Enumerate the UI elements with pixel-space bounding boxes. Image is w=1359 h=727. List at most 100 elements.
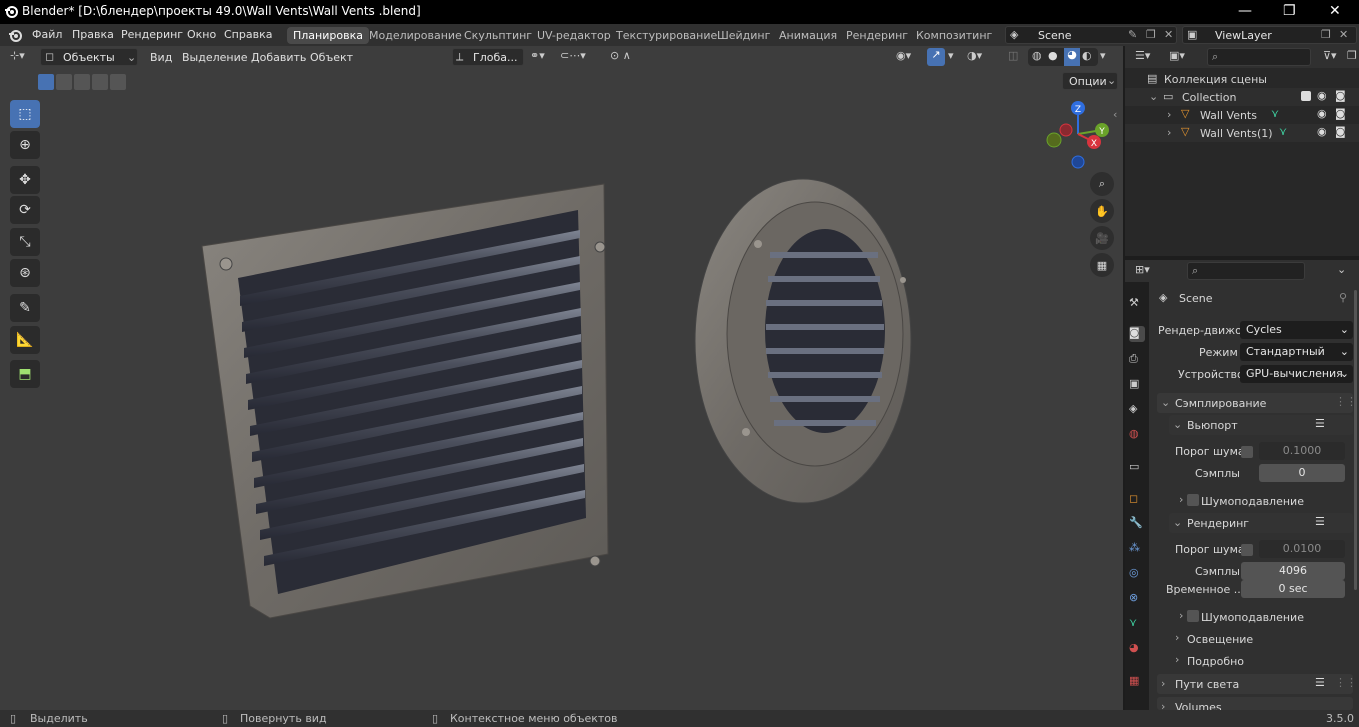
tab-texture-paint[interactable]: Текстурирование (610, 27, 723, 44)
device-select[interactable]: GPU-вычисления ⌄ (1240, 365, 1353, 383)
snap-icon[interactable]: ⊂⋯▾ (560, 49, 586, 62)
world-tab-icon[interactable]: ◍ (1129, 427, 1145, 443)
visibility-icon[interactable]: ◉▾ (896, 49, 911, 62)
viewport-menu-add[interactable]: Добавить (251, 51, 306, 64)
collection-tab-icon[interactable]: ▭ (1129, 460, 1145, 476)
tab-layout[interactable]: Планировка (287, 27, 369, 44)
new-view-layer-icon[interactable]: ❐ (1321, 28, 1331, 41)
menu-help[interactable]: Справка (224, 28, 272, 41)
mode-selector[interactable]: ◻ Объекты ⌄ (40, 48, 138, 66)
pin-icon[interactable]: ✎ (1128, 28, 1137, 41)
tool-annotate[interactable]: ✎ (10, 294, 40, 322)
solid-shading-icon[interactable]: ● (1048, 49, 1058, 62)
camera-render-icon[interactable]: ◙ (1335, 107, 1346, 120)
menu-window[interactable]: Окно (187, 28, 216, 41)
advanced-subpanel-label[interactable]: Подробно (1187, 655, 1244, 668)
maximize-button[interactable]: ❐ (1283, 3, 1296, 19)
r-noise-threshold-checkbox[interactable] (1241, 544, 1253, 556)
tab-modeling[interactable]: Моделирование (363, 27, 468, 44)
pivot-icon[interactable]: ⚭▾ (530, 49, 545, 62)
view-layer-selector[interactable]: ▣ ViewLayer ❐ ✕ (1182, 26, 1357, 44)
menu-render[interactable]: Рендеринг (121, 28, 183, 41)
delete-scene-icon[interactable]: ✕ (1164, 28, 1173, 41)
scene-tab-icon[interactable]: ◈ (1129, 402, 1145, 418)
viewport-menu-select[interactable]: Выделение (182, 51, 248, 64)
expand-chevron-icon[interactable]: › (1179, 493, 1183, 506)
viewport-menu-view[interactable]: Вид (150, 51, 172, 64)
expand-chevron-icon[interactable]: › (1167, 126, 1171, 139)
physics-tab-icon[interactable]: ◎ (1129, 566, 1145, 582)
tab-compositing[interactable]: Композитинг (910, 27, 998, 44)
volumes-panel-header[interactable]: › Volumes (1157, 697, 1353, 710)
editor-type-icon[interactable]: ⊹▾ (10, 49, 25, 62)
render-engine-select[interactable]: Cycles ⌄ (1240, 321, 1353, 339)
object-tab-icon[interactable]: ◻ (1129, 492, 1145, 508)
select-new-icon[interactable] (38, 74, 54, 90)
material-preview-icon[interactable]: ◕ (1064, 48, 1080, 66)
modifier-tab-icon[interactable]: 🔧 (1129, 516, 1145, 532)
tab-rendering[interactable]: Рендеринг (840, 27, 914, 44)
menu-file[interactable]: Файл (32, 28, 62, 41)
square-vent-object[interactable] (190, 176, 630, 626)
tab-sculpting[interactable]: Скульптинг (458, 27, 538, 44)
render-subpanel-header[interactable]: ⌄ Рендеринг ☰ (1169, 513, 1353, 533)
vp-samples-field[interactable]: 0 (1259, 464, 1345, 482)
outliner-row-object[interactable]: › ▽ Wall Vents ⋎ ◉ ◙ (1125, 106, 1359, 124)
feature-set-select[interactable]: Стандартный ⌄ (1240, 343, 1353, 361)
tab-animation[interactable]: Анимация (773, 27, 843, 44)
particles-tab-icon[interactable]: ⁂ (1129, 541, 1145, 557)
data-tab-icon[interactable]: ⋎ (1129, 616, 1145, 632)
chevron-down-icon[interactable]: ⌄ (1337, 263, 1346, 276)
proportional-edit-icon[interactable]: ⊙ ∧ (610, 49, 631, 62)
select-extend-icon[interactable] (56, 74, 72, 90)
outliner-row-collection[interactable]: ⌄ ▭ Collection ◉ ◙ (1125, 88, 1359, 106)
expand-chevron-icon[interactable]: › (1167, 108, 1171, 121)
pin-icon[interactable]: ⚲ (1339, 291, 1347, 304)
outliner-search-input[interactable]: ⌕ (1207, 48, 1311, 66)
filter-icon[interactable]: ⊽▾ (1323, 49, 1337, 62)
camera-render-icon[interactable]: ◙ (1335, 89, 1346, 102)
viewport-subpanel-header[interactable]: ⌄ Вьюпорт ☰ (1169, 415, 1353, 435)
tool-add-cube[interactable]: ⬒ (10, 360, 40, 388)
presets-list-icon[interactable]: ☰ (1315, 515, 1325, 528)
expand-chevron-icon[interactable]: › (1175, 631, 1179, 644)
outliner-editor-icon[interactable]: ☰▾ (1135, 49, 1150, 62)
presets-list-icon[interactable]: ☰ (1315, 676, 1325, 689)
mesh-data-icon[interactable]: ⋎ (1271, 107, 1279, 120)
r-noise-threshold-field[interactable]: 0.0100 (1259, 540, 1345, 558)
vp-noise-threshold-field[interactable]: 0.1000 (1259, 442, 1345, 460)
outliner-row-scene[interactable]: ▤ Коллекция сцены (1125, 70, 1359, 88)
transform-orientation-selector[interactable]: ⟂ Глоба... (452, 48, 524, 66)
r-samples-field[interactable]: 4096 (1241, 562, 1345, 580)
material-tab-icon[interactable]: ◕ (1129, 641, 1145, 657)
tool-transform[interactable]: ⊛ (10, 259, 40, 287)
expand-chevron-icon[interactable]: › (1175, 653, 1179, 666)
light-paths-panel-header[interactable]: › Пути света ☰ ⋮⋮ (1157, 674, 1357, 694)
eye-icon[interactable]: ◉ (1317, 125, 1327, 138)
shading-options-icon[interactable]: ▾ (1100, 49, 1106, 62)
exclude-checkbox[interactable] (1301, 91, 1311, 101)
tool-scale[interactable]: ⤡ (10, 228, 40, 256)
r-time-limit-field[interactable]: 0 sec (1241, 580, 1345, 598)
gizmo-dropdown-icon[interactable]: ▾ (948, 49, 954, 62)
sampling-panel-header[interactable]: ⌄ Сэмплирование ⋮⋮ (1157, 393, 1357, 413)
tool-rotate[interactable]: ⟳ (10, 196, 40, 224)
select-invert-icon[interactable] (92, 74, 108, 90)
new-scene-icon[interactable]: ❐ (1146, 28, 1156, 41)
presets-list-icon[interactable]: ☰ (1315, 417, 1325, 430)
expand-chevron-icon[interactable]: › (1179, 609, 1183, 622)
wireframe-shading-icon[interactable]: ◍ (1032, 49, 1042, 62)
vp-noise-threshold-checkbox[interactable] (1241, 446, 1253, 458)
texture-tab-icon[interactable]: ▦ (1129, 674, 1145, 690)
select-intersect-icon[interactable] (110, 74, 126, 90)
close-button[interactable]: ✕ (1329, 3, 1341, 19)
eye-icon[interactable]: ◉ (1317, 89, 1327, 102)
camera-view-button[interactable]: 🎥 (1090, 226, 1114, 250)
tool-tab-icon[interactable]: ⚒ (1129, 296, 1145, 312)
mesh-data-icon[interactable]: ⋎ (1279, 125, 1287, 138)
tool-measure[interactable]: 📐 (10, 326, 40, 354)
constraints-tab-icon[interactable]: ⊗ (1129, 591, 1145, 607)
view-layer-tab-icon[interactable]: ▣ (1129, 377, 1145, 393)
options-dropdown[interactable]: Опции ⌄ (1062, 72, 1118, 90)
xray-icon[interactable]: ◫ (1008, 49, 1018, 62)
